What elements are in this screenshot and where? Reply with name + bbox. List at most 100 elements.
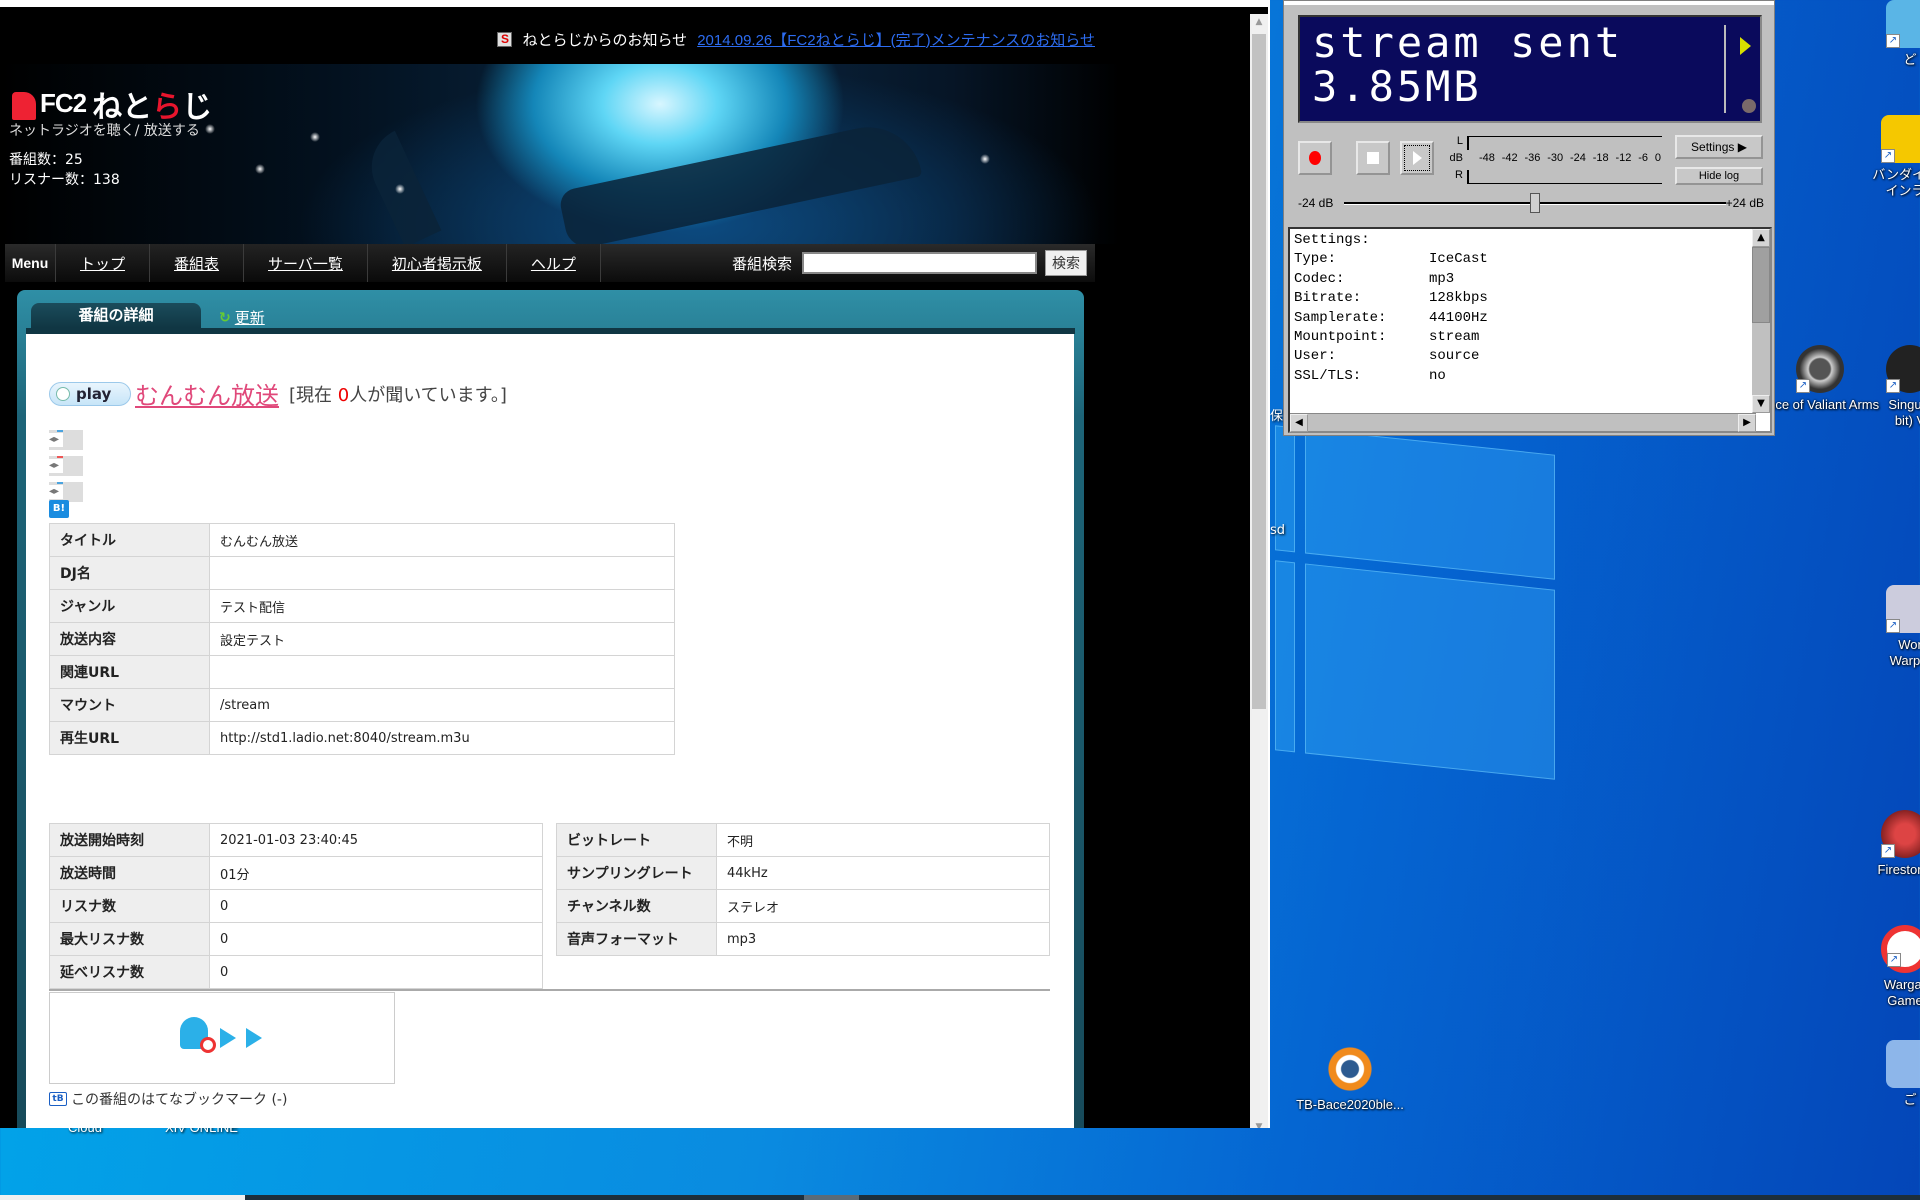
scroll-up-icon[interactable]: ▲ (1752, 229, 1770, 247)
row-label: 関連URL (49, 655, 210, 689)
table-row: タイトル むんむん放送 (49, 523, 675, 557)
row-label: サンプリングレート (556, 856, 717, 890)
scroll-left-icon[interactable]: ◀ (1290, 414, 1308, 432)
log-value: no (1429, 367, 1446, 384)
sparkle (255, 164, 265, 174)
desktop-partial-label[interactable]: 保 (1270, 405, 1283, 424)
block-icon (200, 1037, 216, 1053)
bandai-namco-icon: ↗ (1881, 115, 1920, 163)
share-widget[interactable]: ◂▸ (49, 456, 83, 476)
menu-item-schedule[interactable]: 番組表 (149, 244, 244, 282)
share-widget[interactable]: ◂▸ (49, 482, 83, 502)
taskbar-search-area[interactable] (0, 1195, 245, 1200)
desktop-partial-label[interactable]: sd (1270, 523, 1285, 538)
notice-bar: S ねとらじからのお知らせ 2014.09.26【FC2ねとらじ】(完了)メンテ… (0, 14, 1250, 64)
menu-item-top[interactable]: トップ (55, 244, 150, 282)
hide-log-button[interactable]: Hide log (1675, 167, 1763, 185)
menu-item-server-list[interactable]: サーバ一覧 (243, 244, 367, 282)
table-row: ビットレート 不明 (556, 823, 1050, 857)
taskbar-active-item[interactable] (804, 1195, 859, 1200)
desktop-icon-world-of-warplanes[interactable]: ↗ Wor Warpla (1880, 585, 1920, 669)
log-horizontal-scrollbar[interactable]: ◀ ▶ (1290, 413, 1756, 432)
play-always-icon[interactable] (246, 1028, 262, 1048)
log-key: User: (1294, 348, 1337, 365)
log-value: 44100Hz (1429, 309, 1488, 326)
notice-link[interactable]: 2014.09.26【FC2ねとらじ】(完了)メンテナンスのお知らせ (697, 29, 1095, 50)
log-key: Bitrate: (1294, 290, 1362, 307)
play-icon (1412, 151, 1422, 165)
settings-button[interactable]: Settings ▶ (1675, 135, 1763, 159)
meter-tick-label: 0 (1654, 152, 1661, 164)
desktop-icon-label: ance of Valiant Arms (1760, 397, 1880, 412)
desktop-icon-label: バンダイナ インラ (1872, 167, 1920, 198)
listener-count: リスナー数：138 (9, 172, 120, 188)
row-label: チャンネル数 (556, 889, 717, 923)
hatena-bookmark-link[interactable]: tB この番組のはてなブックマーク (-) (49, 1089, 287, 1109)
scroll-right-icon[interactable]: ▶ (1738, 414, 1756, 432)
program-search-input[interactable] (802, 252, 1037, 274)
desktop-icon-wargaming[interactable]: ↗ Wargar Game (1870, 925, 1920, 1009)
table-row: サンプリングレート 44kHz (556, 856, 1050, 890)
row-value: 44kHz (716, 856, 1050, 890)
menu-item-beginner-board[interactable]: 初心者掲示板 (366, 244, 506, 282)
desktop-icon-blender-file[interactable]: TB-Bace2020ble... (1290, 1045, 1410, 1113)
scrollbar-thumb[interactable] (1252, 34, 1266, 709)
firestorm-icon: ↗ (1881, 810, 1920, 858)
hatena-tb-icon: tB (49, 1092, 67, 1106)
table-row: 最大リスナ数 0 (49, 922, 543, 956)
row-value: 01分 (209, 856, 543, 890)
listener-status-prefix: [現在 (289, 384, 338, 406)
row-value: むんむん放送 (209, 523, 675, 557)
browser-vertical-scrollbar[interactable]: ▲ ▼ (1250, 14, 1268, 1128)
desktop-icon-bandai-namco[interactable]: ↗ バンダイナ インラ (1870, 115, 1920, 199)
wargaming-icon: ↗ (1881, 925, 1920, 973)
meter-scale: -48 -42 -36 -30 -24 -18 -12 -6 0 (1469, 152, 1664, 164)
blender-icon (1326, 1045, 1374, 1093)
program-title-link[interactable]: むんむん放送 (135, 376, 279, 411)
search-button[interactable]: 検索 (1045, 250, 1087, 276)
hatena-bookmark-button[interactable]: B! (49, 500, 69, 518)
scroll-down-icon[interactable]: ▼ (1752, 395, 1770, 413)
site-tagline: ネットラジオを聴く/ 放送する (9, 123, 200, 139)
lcd-line-2: 3.85MB (1312, 62, 1482, 111)
play-button[interactable]: play (49, 381, 131, 406)
desktop-icon-label: ど (1903, 52, 1917, 67)
refresh-link[interactable]: ↻ 更新 (219, 307, 265, 328)
log-line: Mountpoint: stream (1294, 328, 1488, 347)
desktop-icon-label: ご (1903, 1092, 1917, 1107)
log-vertical-scrollbar[interactable]: ▲ ▼ (1752, 229, 1770, 413)
gain-slider[interactable]: -24 dB +24 dB (1298, 193, 1764, 213)
row-value: 0 (209, 889, 543, 923)
lcd-display: stream sent 3.85MB (1298, 15, 1762, 123)
desktop-icon-singularity[interactable]: ↗ Singula bit) V (1880, 345, 1920, 429)
table-row: DJ名 (49, 556, 675, 590)
taskbar (0, 1195, 1920, 1200)
scroll-up-icon[interactable]: ▲ (1250, 14, 1268, 30)
play-once-icon[interactable] (220, 1028, 236, 1048)
scrollbar-thumb[interactable] (1752, 247, 1770, 323)
menu-bar: Menu トップ 番組表 サーバ一覧 初心者掲示板 ヘルプ 番組検索 検索 (5, 244, 1095, 282)
slider-thumb[interactable] (1530, 193, 1540, 213)
menu-item-help[interactable]: ヘルプ (505, 244, 601, 282)
meter-tick-label: -12 (1615, 152, 1632, 164)
log-value: IceCast (1429, 251, 1488, 268)
row-label: タイトル (49, 523, 210, 557)
log-text: Settings: Type: IceCast Codec: mp3 Bitrate: 12… (1294, 231, 1488, 386)
desktop-icon-alliance-of-valiant-arms[interactable]: ↗ ance of Valiant Arms (1760, 345, 1880, 413)
stop-button[interactable] (1356, 141, 1390, 175)
play-button[interactable] (1400, 141, 1434, 175)
table-row: ジャンル テスト配信 (49, 589, 675, 623)
desktop-icon-recycle-bin[interactable]: ご (1880, 1040, 1920, 1108)
singularity-icon: ↗ (1886, 345, 1920, 393)
log-line: SSL/TLS: no (1294, 367, 1488, 386)
desktop-icon-dokata[interactable]: ↗ ど (1880, 0, 1920, 68)
row-label: リスナ数 (49, 889, 210, 923)
record-button[interactable] (1298, 141, 1332, 175)
scroll-down-icon[interactable]: ▼ (1250, 1119, 1268, 1128)
tab-program-detail[interactable]: 番組の詳細 (31, 303, 201, 328)
share-widget[interactable]: ◂▸ (49, 430, 83, 450)
meter-tick-label: -18 (1592, 152, 1609, 164)
desktop-icon-firestorm[interactable]: ↗ Firestorm (1870, 810, 1920, 878)
status-play-icon (1740, 37, 1751, 55)
log-key: SSL/TLS: (1294, 367, 1362, 384)
